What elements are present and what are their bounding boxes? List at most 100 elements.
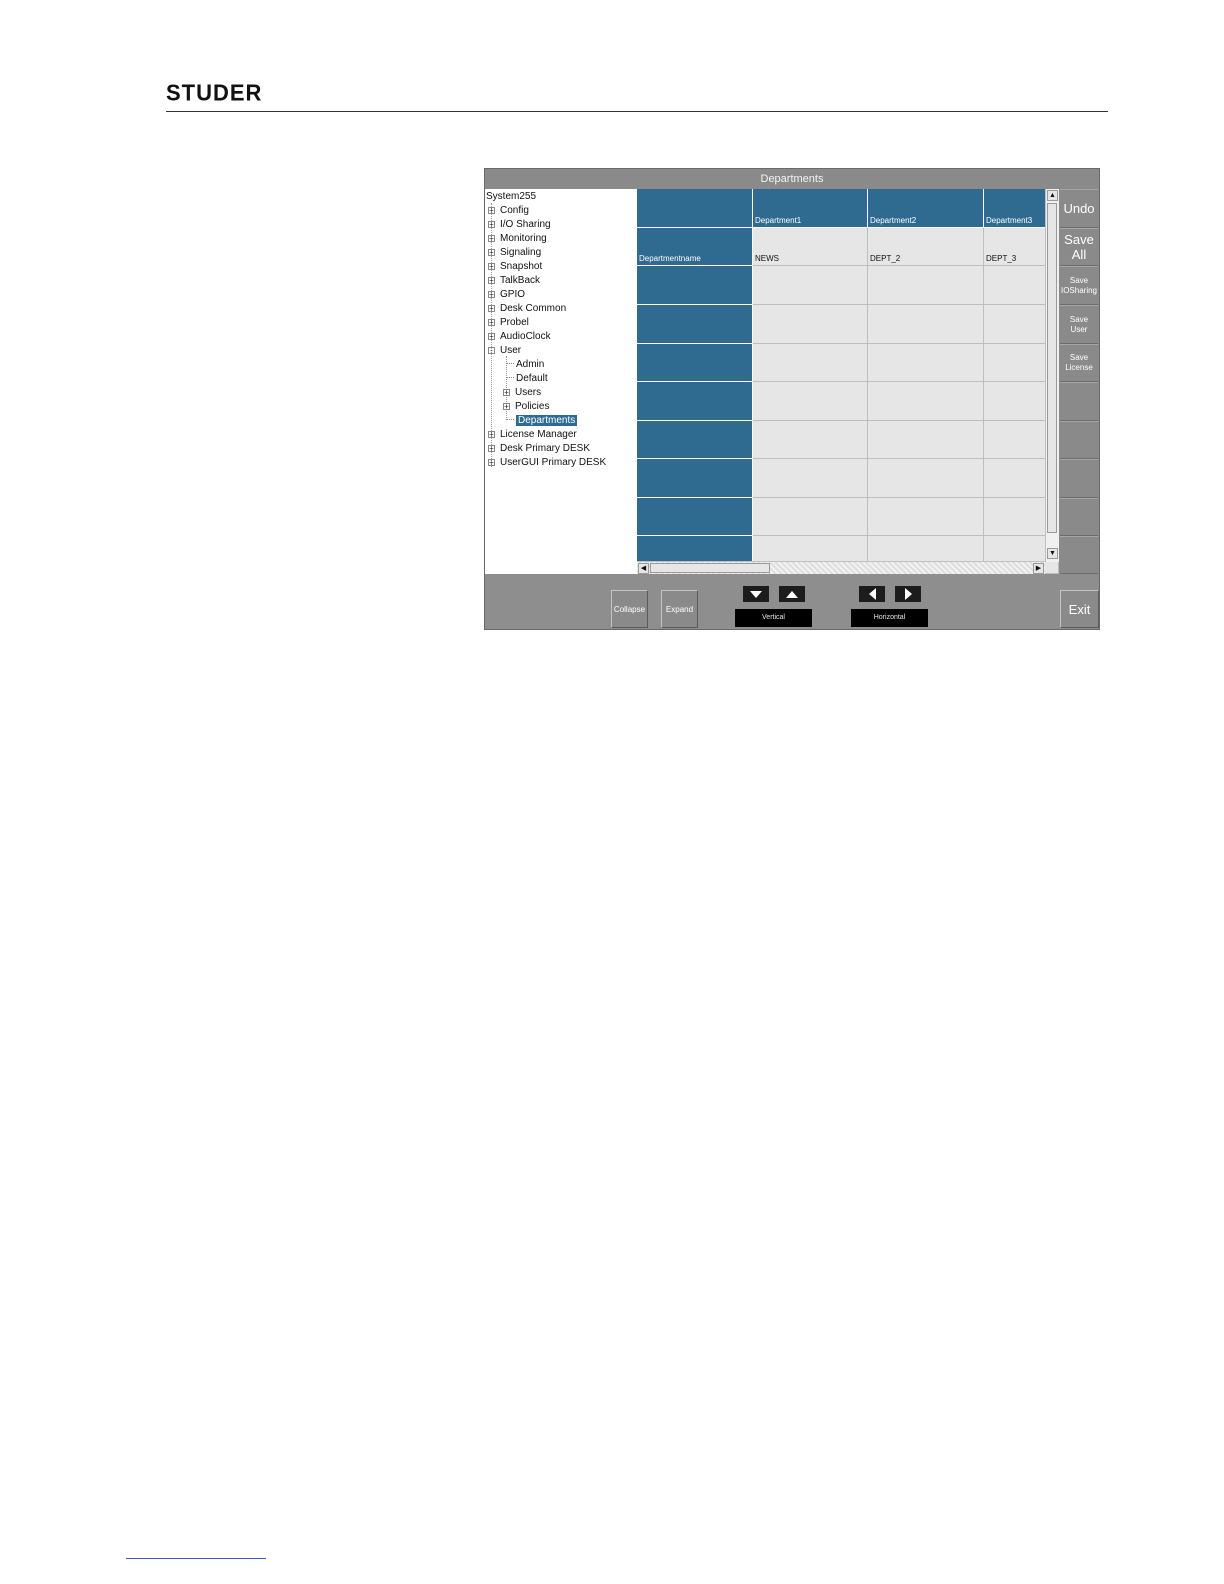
tree-item-usergui-primary[interactable]: + UserGUI Primary DESK — [488, 456, 606, 470]
bottom-toolbar: Collapse Expand Vertical Horizontal Exit — [485, 574, 1099, 629]
tree-item-snapshot[interactable]: + Snapshot — [488, 260, 542, 274]
save-iosharing-button[interactable]: Save IOSharing — [1060, 266, 1098, 305]
grid-cell[interactable] — [868, 266, 984, 305]
grid-cell[interactable] — [753, 382, 868, 421]
grid-cell[interactable] — [868, 344, 984, 382]
grid-cell[interactable]: NEWS — [753, 228, 868, 266]
tree-item-departments[interactable]: Departments — [506, 414, 578, 428]
expand-button[interactable]: Expand — [661, 590, 698, 628]
horizontal-scrollbar[interactable]: ◀ ▶ — [637, 561, 1045, 575]
side-button-empty[interactable] — [1060, 498, 1098, 536]
expand-icon[interactable]: + — [488, 221, 495, 229]
side-button-panel: Undo Save All Save IOSharing Save User Save… — [1059, 189, 1099, 574]
tree-item-policies[interactable]: + Policies — [503, 400, 549, 414]
header-rule — [166, 111, 1108, 112]
vertical-label: Vertical — [735, 609, 812, 627]
undo-button[interactable]: Undo — [1060, 189, 1098, 228]
tree-branch-line — [506, 377, 514, 378]
expand-icon[interactable]: + — [488, 445, 495, 453]
save-all-button[interactable]: Save All — [1060, 228, 1098, 266]
grid-cell[interactable] — [868, 459, 984, 498]
tree-item-talkback[interactable]: + TalkBack — [488, 274, 540, 288]
side-button-empty[interactable] — [1060, 421, 1098, 459]
row-header[interactable] — [637, 498, 753, 536]
row-header[interactable] — [637, 382, 753, 421]
grid-cell[interactable] — [868, 498, 984, 536]
vertical-scroll-thumb[interactable] — [1047, 203, 1057, 533]
save-user-button[interactable]: Save User — [1060, 305, 1098, 344]
grid-cell[interactable] — [753, 266, 868, 305]
tree-item-signaling[interactable]: + Signaling — [488, 246, 541, 260]
expand-icon[interactable]: + — [488, 333, 495, 341]
row-header[interactable] — [637, 305, 753, 344]
expand-icon[interactable]: + — [488, 305, 495, 313]
horizontal-scroll-thumb[interactable] — [650, 563, 770, 573]
tree-item-admin[interactable]: Admin — [506, 358, 544, 372]
grid-cell[interactable] — [868, 382, 984, 421]
scroll-down-icon[interactable]: ▼ — [1047, 548, 1058, 559]
grid-cell[interactable] — [868, 305, 984, 344]
expand-icon[interactable]: + — [488, 263, 495, 271]
tree-item-audioclock[interactable]: + AudioClock — [488, 330, 551, 344]
side-button-empty[interactable] — [1060, 382, 1098, 421]
column-header[interactable]: Department2 — [868, 189, 984, 228]
scroll-left-button[interactable] — [859, 586, 885, 602]
arrow-right-icon — [904, 588, 912, 600]
expand-icon[interactable]: + — [488, 431, 495, 439]
tree-item-user[interactable]: - User — [488, 344, 521, 358]
expand-icon[interactable]: + — [488, 207, 495, 215]
side-button-empty[interactable] — [1060, 459, 1098, 498]
vertical-scrollbar[interactable]: ▲ ▼ — [1045, 189, 1059, 562]
scroll-left-icon[interactable]: ◀ — [638, 563, 649, 574]
tree-item-license-manager[interactable]: + License Manager — [488, 428, 577, 442]
scroll-up-icon[interactable]: ▲ — [1047, 190, 1058, 201]
column-header[interactable]: Department1 — [753, 189, 868, 228]
grid-cell[interactable] — [868, 421, 984, 459]
expand-icon[interactable]: + — [488, 277, 495, 285]
scroll-down-button[interactable] — [743, 586, 769, 602]
grid-cell[interactable]: DEPT_2 — [868, 228, 984, 266]
scroll-right-icon[interactable]: ▶ — [1033, 563, 1044, 574]
tree-item-probel[interactable]: + Probel — [488, 316, 529, 330]
expand-icon[interactable]: + — [488, 235, 495, 243]
tree-panel[interactable]: System255 + Config + I/O Sharing + Monitori… — [485, 189, 637, 574]
side-button-empty[interactable] — [1060, 536, 1098, 574]
expand-icon[interactable]: + — [503, 389, 510, 397]
grid-cell[interactable] — [753, 421, 868, 459]
expand-icon[interactable]: + — [488, 319, 495, 327]
scroll-right-button[interactable] — [895, 586, 921, 602]
footer-link-underline — [126, 1558, 266, 1559]
expand-icon[interactable]: + — [488, 291, 495, 299]
collapse-button[interactable]: Collapse — [611, 590, 648, 628]
scroll-up-button[interactable] — [779, 586, 805, 602]
row-header[interactable] — [637, 266, 753, 305]
tree-item-monitoring[interactable]: + Monitoring — [488, 232, 547, 246]
expand-icon[interactable]: + — [503, 403, 510, 411]
tree-item-config[interactable]: + Config — [488, 204, 529, 218]
grid-cell[interactable] — [753, 498, 868, 536]
tree-root[interactable]: System255 — [486, 190, 536, 204]
tree-branch-line — [506, 363, 514, 364]
tree-item-users[interactable]: + Users — [503, 386, 541, 400]
save-license-button[interactable]: Save License — [1060, 344, 1098, 382]
row-header[interactable] — [637, 344, 753, 382]
grid-corner — [637, 189, 753, 228]
tree-item-desk-common[interactable]: + Desk Common — [488, 302, 566, 316]
row-header[interactable] — [637, 421, 753, 459]
horizontal-label: Horizontal — [851, 609, 928, 627]
row-header[interactable] — [637, 459, 753, 498]
tree-item-default[interactable]: Default — [506, 372, 548, 386]
tree-item-desk-primary[interactable]: + Desk Primary DESK — [488, 442, 590, 456]
tree-item-gpio[interactable]: + GPIO — [488, 288, 525, 302]
grid-cell[interactable] — [753, 344, 868, 382]
expand-icon[interactable]: + — [488, 459, 495, 467]
row-header[interactable]: Departmentname — [637, 228, 753, 266]
grid-cell[interactable] — [753, 459, 868, 498]
tree-item-io-sharing[interactable]: + I/O Sharing — [488, 218, 551, 232]
collapse-icon[interactable]: - — [488, 347, 495, 355]
tree-branch-line — [506, 419, 514, 420]
tree-item-departments-selected: Departments — [516, 415, 578, 426]
exit-button[interactable]: Exit — [1060, 590, 1099, 628]
grid-cell[interactable] — [753, 305, 868, 344]
expand-icon[interactable]: + — [488, 249, 495, 257]
